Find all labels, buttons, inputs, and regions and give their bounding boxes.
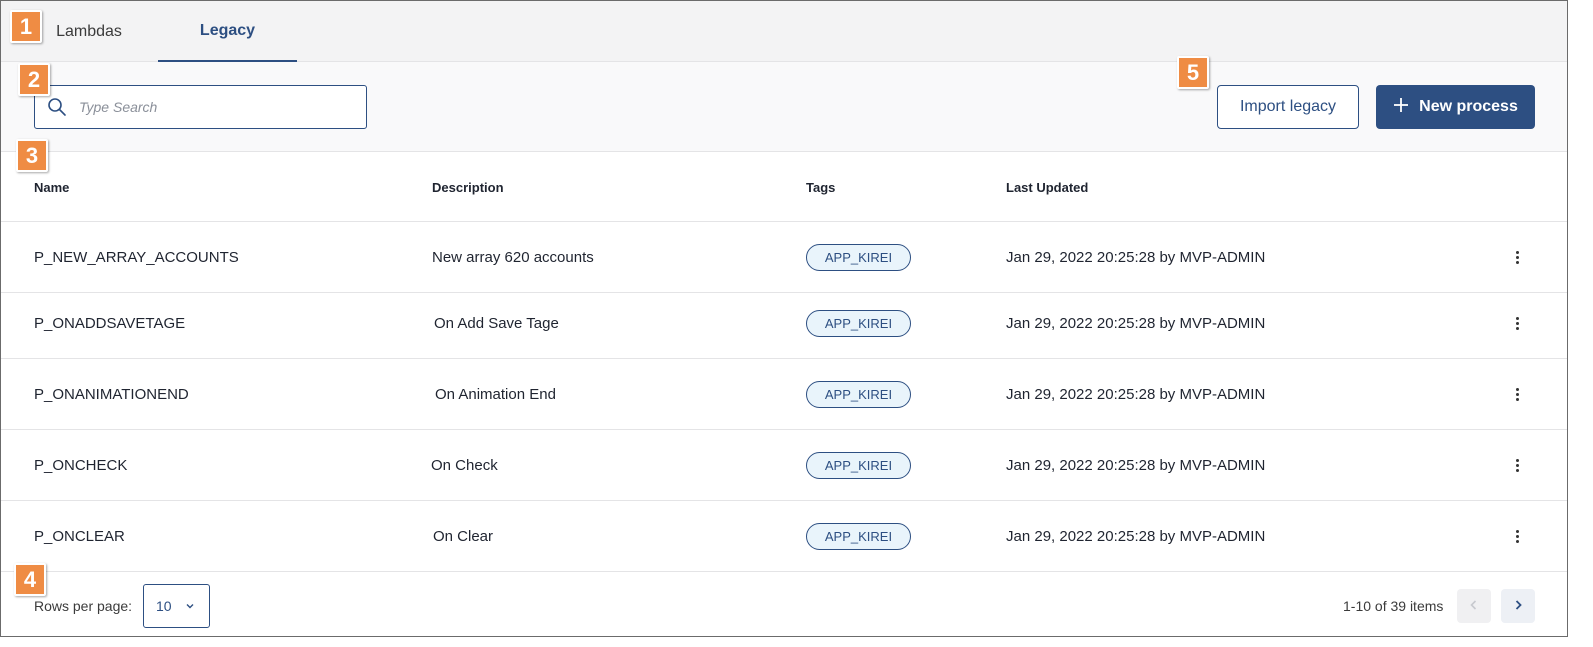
tag-chip[interactable]: APP_KIREI xyxy=(806,451,911,479)
row-description: On Animation End xyxy=(435,385,556,403)
chevron-down-icon xyxy=(185,598,195,614)
row-tags: APP_KIREI xyxy=(806,288,911,358)
app-frame: Lambdas Legacy Import legacy New process xyxy=(0,0,1568,637)
table-row[interactable]: P_ONCHECK On Check APP_KIREI Jan 29, 202… xyxy=(1,430,1567,501)
column-header-description[interactable]: Description xyxy=(432,152,504,222)
page-range-text: 1-10 of 39 items xyxy=(1343,597,1444,614)
row-actions xyxy=(1503,222,1531,292)
annotation-badge-2: 2 xyxy=(18,63,50,96)
chevron-right-icon xyxy=(1512,598,1524,614)
row-last-updated: Jan 29, 2022 20:25:28 by MVP-ADMIN xyxy=(1006,527,1266,545)
annotation-badge-4: 4 xyxy=(14,563,46,596)
tab-legacy[interactable]: Legacy xyxy=(158,1,297,62)
rows-per-page-label: Rows per page: xyxy=(34,597,133,614)
row-tags: APP_KIREI xyxy=(806,501,911,571)
row-description: New array 620 accounts xyxy=(432,248,594,266)
row-name: P_NEW_ARRAY_ACCOUNTS xyxy=(34,248,239,266)
chevron-left-icon xyxy=(1468,598,1480,614)
table-row[interactable]: P_ONADDSAVETAGE On Add Save Tage APP_KIR… xyxy=(1,288,1567,359)
annotation-badge-1: 1 xyxy=(10,10,42,43)
next-page-button[interactable] xyxy=(1501,589,1535,623)
table-row[interactable]: P_NEW_ARRAY_ACCOUNTS New array 620 accou… xyxy=(1,222,1567,293)
row-last-updated: Jan 29, 2022 20:25:28 by MVP-ADMIN xyxy=(1006,248,1266,266)
row-description: On Clear xyxy=(433,527,494,545)
rows-per-page-select[interactable]: 10 xyxy=(143,584,210,628)
search-box[interactable] xyxy=(34,85,367,129)
more-vertical-icon[interactable] xyxy=(1506,384,1529,405)
row-tags: APP_KIREI xyxy=(806,222,911,292)
column-header-last-updated[interactable]: Last Updated xyxy=(1006,152,1088,222)
rows-per-page-value: 10 xyxy=(156,598,172,614)
annotation-badge-3: 3 xyxy=(16,139,48,172)
table-row[interactable]: P_ONANIMATIONEND On Animation End APP_KI… xyxy=(1,359,1567,430)
row-tags: APP_KIREI xyxy=(806,430,911,500)
row-description: On Check xyxy=(431,456,498,474)
annotation-badge-5: 5 xyxy=(1177,56,1209,89)
row-name: P_ONADDSAVETAGE xyxy=(34,314,186,332)
row-actions xyxy=(1503,288,1531,358)
table-header: Name Description Tags Last Updated xyxy=(1,152,1567,222)
more-vertical-icon[interactable] xyxy=(1506,526,1529,547)
previous-page-button[interactable] xyxy=(1457,589,1491,623)
row-description: On Add Save Tage xyxy=(434,314,559,332)
row-actions xyxy=(1503,501,1531,571)
row-last-updated: Jan 29, 2022 20:25:28 by MVP-ADMIN xyxy=(1006,385,1266,403)
search-input[interactable] xyxy=(79,99,339,115)
table-row[interactable]: P_ONCLEAR On Clear APP_KIREI Jan 29, 202… xyxy=(1,501,1567,572)
tag-chip[interactable]: APP_KIREI xyxy=(806,309,911,337)
row-name: P_ONCHECK xyxy=(34,456,128,474)
tag-chip[interactable]: APP_KIREI xyxy=(806,522,911,550)
row-name: P_ONANIMATIONEND xyxy=(34,385,189,403)
row-last-updated: Jan 29, 2022 20:25:28 by MVP-ADMIN xyxy=(1006,314,1266,332)
tab-bar: Lambdas Legacy xyxy=(1,1,1567,62)
import-legacy-button[interactable]: Import legacy xyxy=(1217,85,1359,129)
row-tags: APP_KIREI xyxy=(806,359,911,429)
row-actions xyxy=(1503,359,1531,429)
pagination-bar: Rows per page: 10 1-10 of 39 items xyxy=(1,573,1567,636)
new-process-label: New process xyxy=(1419,98,1518,115)
column-header-tags[interactable]: Tags xyxy=(806,152,835,222)
row-name: P_ONCLEAR xyxy=(34,527,125,545)
more-vertical-icon[interactable] xyxy=(1506,455,1529,476)
plus-icon xyxy=(1393,97,1409,118)
more-vertical-icon[interactable] xyxy=(1506,313,1529,334)
row-last-updated: Jan 29, 2022 20:25:28 by MVP-ADMIN xyxy=(1006,456,1266,474)
toolbar: Import legacy New process xyxy=(1,62,1567,152)
tag-chip[interactable]: APP_KIREI xyxy=(806,380,911,408)
more-vertical-icon[interactable] xyxy=(1506,247,1529,268)
row-actions xyxy=(1503,430,1531,500)
new-process-button[interactable]: New process xyxy=(1376,85,1535,129)
tag-chip[interactable]: APP_KIREI xyxy=(806,243,911,271)
